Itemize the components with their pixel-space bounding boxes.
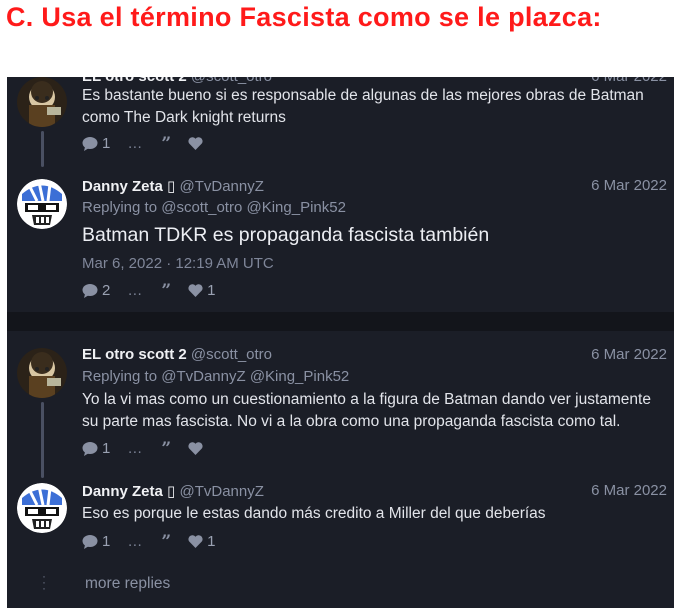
tweet-text: Yo la vi mas como un cuestionamiento a l… (82, 391, 651, 430)
tweet-date[interactable]: 6 Mar 2022 (591, 346, 667, 363)
reply-button[interactable]: 2 (82, 282, 110, 299)
avatar[interactable] (17, 179, 67, 229)
mention-link[interactable]: @King_Pink52 (246, 199, 345, 216)
retweet-icon[interactable]: … (127, 135, 144, 152)
tweet-stats: 2 … ” 1 (82, 282, 232, 299)
retweet-icon[interactable]: … (127, 440, 144, 457)
thread-separator (7, 312, 674, 331)
retweet-icon[interactable]: … (127, 533, 144, 550)
tweet-timestamp[interactable]: Mar 6, 2022 · 12:19 AM UTC (82, 255, 274, 272)
quote-icon[interactable]: ” (161, 135, 171, 152)
tweet-header: Danny Zeta ▯ @TvDannyZ (82, 482, 264, 500)
mention-link[interactable]: @King_Pink52 (250, 368, 349, 385)
quote-icon[interactable]: ” (161, 533, 171, 550)
avatar-scott-image (17, 77, 67, 127)
avatar[interactable] (17, 348, 67, 398)
thread-line (41, 402, 44, 478)
reply-button[interactable]: 1 (82, 533, 110, 550)
comment-icon (82, 442, 98, 456)
quote-icon[interactable]: ” (161, 440, 171, 457)
username[interactable]: @scott_otro (191, 346, 272, 363)
heart-icon (188, 137, 203, 150)
tweet-stats: 1 … ” 1 (82, 533, 232, 550)
mention-link[interactable]: @TvDannyZ (161, 368, 245, 385)
tweet-date[interactable]: 6 Mar 2022 (591, 482, 667, 499)
more-replies-dots-icon: · · · (42, 569, 46, 595)
comment-icon (82, 137, 98, 151)
avatar-danny-image (17, 483, 67, 533)
page-heading: C. Usa el término Fascista como se le pl… (6, 2, 602, 32)
tweet-header: EL otro scott 2 @scott_otro (82, 346, 272, 363)
tweet-header: Danny Zeta ▯ @TvDannyZ (82, 177, 264, 195)
user-fullname[interactable]: Danny Zeta (82, 178, 163, 195)
avatar-danny-image (17, 179, 67, 229)
verified-icon: ▯ (167, 178, 176, 195)
tweet-thread-panel: EL otro scott 2 @scott_otro 6 Mar 2022 E… (7, 77, 674, 608)
tweet-header-partial: EL otro scott 2 @scott_otro (82, 77, 272, 85)
user-fullname[interactable]: Danny Zeta (82, 483, 163, 500)
comment-icon (82, 284, 98, 298)
avatar[interactable] (17, 483, 67, 533)
like-button[interactable] (188, 137, 207, 150)
tweet-stats: 1 … ” (82, 135, 224, 152)
tweet-stats: 1 … ” (82, 440, 224, 457)
username[interactable]: @TvDannyZ (179, 178, 263, 195)
reply-button[interactable]: 1 (82, 135, 110, 152)
mention-link[interactable]: @scott_otro (161, 199, 242, 216)
replying-to: Replying to @TvDannyZ @King_Pink52 (82, 368, 350, 385)
tweet-date[interactable]: 6 Mar 2022 (591, 177, 667, 194)
username[interactable]: @TvDannyZ (179, 483, 263, 500)
reply-button[interactable]: 1 (82, 440, 110, 457)
like-button[interactable] (188, 442, 207, 455)
user-fullname[interactable]: EL otro scott 2 (82, 346, 187, 363)
tweet-text: Es bastante bueno si es responsable de a… (82, 87, 644, 126)
tweet-date-partial: 6 Mar 2022 (591, 77, 667, 85)
quote-icon[interactable]: ” (161, 282, 171, 299)
like-button[interactable]: 1 (188, 282, 215, 299)
heart-icon (188, 442, 203, 455)
avatar-scott-image (17, 348, 67, 398)
heart-icon (188, 535, 203, 548)
replying-to: Replying to @scott_otro @King_Pink52 (82, 199, 346, 216)
thread-line (41, 131, 44, 167)
verified-icon: ▯ (167, 483, 176, 500)
comment-icon (82, 535, 98, 549)
retweet-icon[interactable]: … (127, 282, 144, 299)
tweet-text: Batman TDKR es propaganda fascista tambi… (82, 224, 490, 246)
heart-icon (188, 284, 203, 297)
avatar[interactable] (17, 77, 67, 127)
tweet-text: Eso es porque le estas dando más credito… (82, 505, 546, 522)
like-button[interactable]: 1 (188, 533, 215, 550)
more-replies-link[interactable]: more replies (85, 575, 170, 593)
